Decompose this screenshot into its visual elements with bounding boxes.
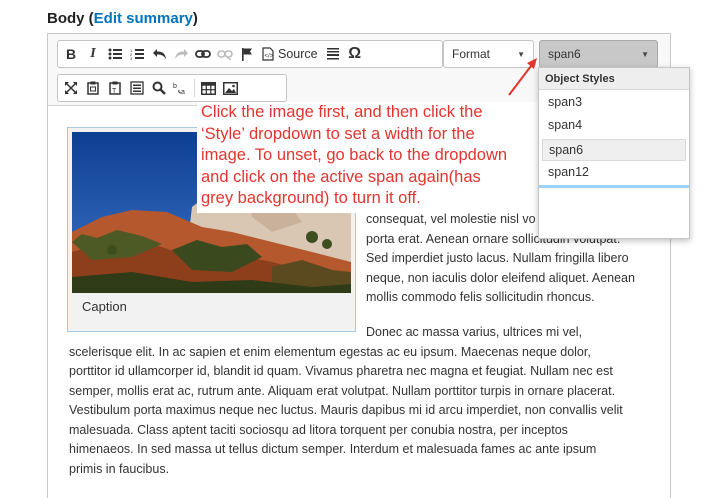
svg-text:T: T (112, 88, 117, 95)
text-line: himenaeos. In sed massa ut tellus dictum… (69, 442, 597, 456)
dropdown-scroll-indicator (539, 185, 689, 188)
paste-icon[interactable] (82, 76, 104, 100)
paste-word-icon[interactable] (126, 76, 148, 100)
annotation-note: Click the image first, and then click th… (197, 102, 547, 213)
style-option-span3[interactable]: span3 (542, 92, 686, 114)
chevron-down-icon: ▼ (517, 49, 525, 59)
source-button[interactable]: </> Source (258, 42, 322, 66)
annotation-line: ‘Style’ dropdown to set a width for the (201, 124, 475, 143)
paragraph-2: Donec ac massa varius, ultrices mi vel, … (69, 323, 659, 479)
bulleted-list-icon[interactable] (104, 42, 126, 66)
style-dropdown[interactable]: span6 ▼ (539, 40, 658, 68)
chevron-down-icon: ▼ (641, 49, 649, 59)
text-line: Donec ac massa varius, ultrices mi vel, (366, 325, 583, 339)
horizontal-line-icon[interactable] (322, 42, 344, 66)
text-line: neque, non iaculis dolor eleifend alique… (366, 270, 635, 285)
style-option-span4[interactable]: span4 (542, 115, 686, 137)
unlink-icon[interactable] (214, 42, 236, 66)
svg-text:a: a (181, 89, 185, 95)
text-line: mollis commodo felis sollicitudin rhoncu… (366, 290, 595, 304)
replace-icon[interactable]: ba (170, 76, 192, 100)
style-label: span6 (548, 47, 581, 61)
toolbar-separator (194, 79, 195, 97)
text-line: primis in faucibus. (69, 461, 170, 476)
redo-icon[interactable] (170, 42, 192, 66)
italic-icon[interactable]: I (82, 42, 104, 66)
field-label-text: Body (47, 10, 85, 27)
annotation-line: Click the image first, and then click th… (201, 103, 483, 121)
text-line: Sed imperdiet justo lacus. Nullam fringi… (366, 251, 629, 265)
annotation-line: and click on the active span again(has (201, 167, 481, 186)
image-caption[interactable]: Caption (82, 297, 127, 317)
svg-text:3: 3 (130, 56, 133, 60)
numbered-list-icon[interactable]: 123 (126, 42, 148, 66)
text-line: malesuada. Class aptent taciti sociosqu … (69, 422, 568, 437)
undo-icon[interactable] (148, 42, 170, 66)
bold-icon[interactable]: B (60, 42, 82, 66)
annotation-line: grey background) to turn it off. (201, 189, 421, 207)
dropdown-heading: Object Styles (539, 68, 689, 90)
image-icon[interactable] (219, 76, 241, 100)
link-icon[interactable] (192, 42, 214, 66)
table-icon[interactable] (197, 76, 219, 100)
source-label: Source (278, 47, 318, 61)
find-icon[interactable] (148, 76, 170, 100)
anchor-flag-icon[interactable] (236, 42, 258, 66)
text-line: Vestibulum porta maximus neque nec luctu… (69, 403, 623, 417)
text-line: scelerisque elit. In ac sapien et enim e… (69, 344, 591, 359)
svg-text:</>: </> (265, 54, 274, 60)
style-option-span12[interactable]: span12 (542, 162, 686, 184)
text-line: semper, mollis erat ac, rutrum ante. Ali… (69, 383, 616, 398)
svg-text:b: b (173, 83, 177, 90)
format-dropdown[interactable]: Format ▼ (443, 40, 534, 68)
special-character-icon[interactable]: Ω (344, 42, 366, 66)
toolbar-group-tools: T ba (57, 74, 287, 102)
paste-text-icon[interactable]: T (104, 76, 126, 100)
field-label: Body (Edit summary) (47, 10, 198, 27)
edit-summary-link[interactable]: Edit summary (94, 10, 193, 27)
maximize-icon[interactable] (60, 76, 82, 100)
text-line: porttitor id ullamcorper id, blandit id … (69, 364, 613, 378)
format-label: Format (452, 47, 491, 61)
style-option-span6[interactable]: span6 (542, 139, 686, 161)
annotation-line: image. To unset, go back to the dropdown (201, 146, 508, 164)
style-dropdown-panel: Object Styles span3 span4 span6 span12 (538, 67, 690, 239)
toolbar-group-formatting: B I 123 </> Source Ω (57, 40, 443, 68)
